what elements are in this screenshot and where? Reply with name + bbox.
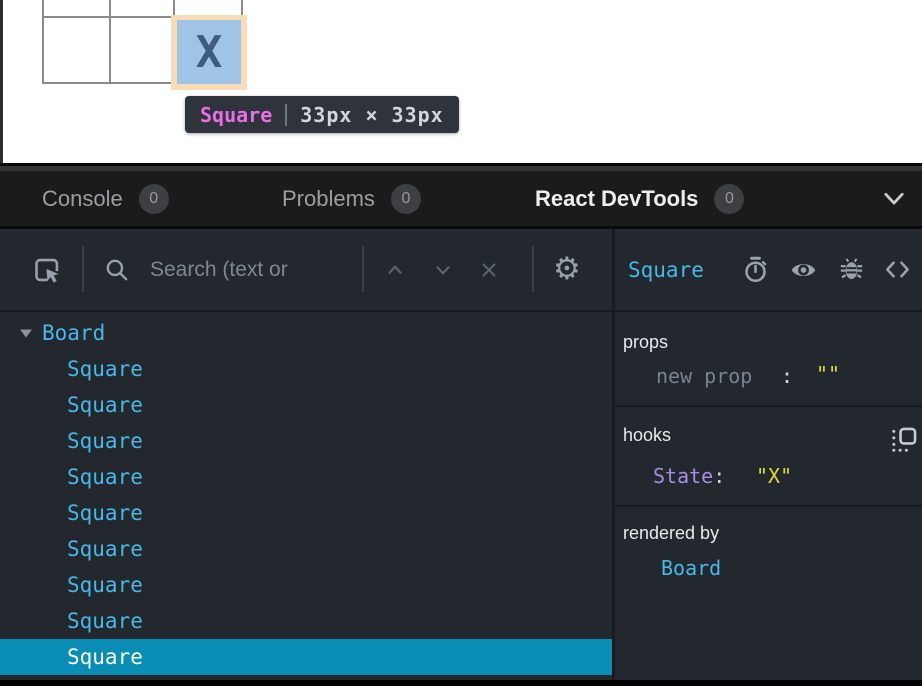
- toolbar-divider: [362, 246, 364, 292]
- tree-row-label: Square: [67, 357, 143, 381]
- hook-colon: :: [713, 464, 725, 488]
- devtools-tab-bar: Console 0 Problems 0 React DevTools 0: [0, 171, 922, 226]
- tab-react-devtools[interactable]: React DevTools 0: [535, 171, 744, 226]
- log-to-console-bug-icon[interactable]: [838, 256, 865, 283]
- prop-colon: :: [781, 364, 793, 388]
- tree-row-square[interactable]: Square: [0, 423, 612, 459]
- search-input[interactable]: [148, 251, 357, 289]
- tree-row-label: Square: [67, 501, 143, 525]
- rendered-by-owner-link[interactable]: Board: [661, 556, 721, 580]
- toolbar-divider: [82, 246, 84, 292]
- tab-badge: 0: [139, 184, 169, 214]
- tree-row-square[interactable]: Square: [0, 603, 612, 639]
- section-divider: [615, 405, 922, 407]
- tooltip-component-name: Square: [200, 103, 272, 127]
- tab-label: Problems: [282, 186, 375, 212]
- tree-row-square-selected[interactable]: Square: [0, 639, 612, 675]
- new-prop-key[interactable]: new prop: [656, 364, 752, 388]
- tree-row-square[interactable]: Square: [0, 495, 612, 531]
- hook-state-value[interactable]: "X": [756, 464, 792, 488]
- app-window: X Square 33px × 33px Console 0 Problems …: [0, 0, 922, 686]
- tree-row-board[interactable]: Board: [0, 315, 612, 351]
- inspected-element-panel: props new prop : "" hooks State: "X" ren…: [615, 312, 922, 680]
- rendered-by-section-title: rendered by: [623, 523, 719, 544]
- section-divider: [615, 505, 922, 507]
- tree-row-square[interactable]: Square: [0, 387, 612, 423]
- window-bottom-edge: [0, 680, 922, 686]
- inspect-tooltip: Square 33px × 33px: [185, 96, 459, 133]
- view-source-code-icon[interactable]: [884, 256, 911, 283]
- clear-search-icon[interactable]: [478, 259, 500, 281]
- tree-row-label: Square: [67, 645, 143, 669]
- hook-state-key[interactable]: State:: [653, 464, 725, 488]
- new-prop-value[interactable]: "": [816, 362, 840, 386]
- previous-result-icon[interactable]: [384, 259, 406, 281]
- tree-row-label: Square: [67, 609, 143, 633]
- inspect-element-icon[interactable]: [33, 256, 61, 284]
- tree-row-label: Square: [67, 465, 143, 489]
- tab-label: React DevTools: [535, 186, 698, 212]
- hook-name: State: [653, 464, 713, 488]
- tab-problems[interactable]: Problems 0: [282, 171, 421, 226]
- tree-row-square[interactable]: Square: [0, 531, 612, 567]
- search-icon: [104, 257, 129, 282]
- suspend-timer-icon[interactable]: [742, 256, 769, 283]
- tab-badge: 0: [714, 184, 744, 214]
- tree-row-label: Square: [67, 537, 143, 561]
- tab-console[interactable]: Console 0: [42, 171, 169, 226]
- settings-gear-icon[interactable]: ⚙: [553, 252, 581, 286]
- chevron-down-icon[interactable]: [880, 185, 908, 213]
- toolbar-divider: [532, 246, 534, 292]
- tree-row-square[interactable]: Square: [0, 351, 612, 387]
- next-result-icon[interactable]: [432, 259, 454, 281]
- tab-badge: 0: [391, 184, 421, 214]
- tab-label: Console: [42, 186, 123, 212]
- tooltip-dimensions: 33px × 33px: [300, 103, 443, 127]
- page-left-edge: [0, 0, 3, 163]
- react-devtools-panel: ⚙ Square: [0, 229, 922, 680]
- props-section-title: props: [623, 332, 668, 353]
- tree-row-square[interactable]: Square: [0, 567, 612, 603]
- board-grid-line: [109, 0, 111, 84]
- tooltip-separator: [285, 104, 287, 126]
- component-tree: Board Square Square Square Square Square…: [0, 312, 612, 680]
- parse-hook-names-icon[interactable]: [891, 427, 917, 453]
- tree-row-label: Square: [67, 393, 143, 417]
- tree-row-square[interactable]: Square: [0, 459, 612, 495]
- page-preview: X Square 33px × 33px: [0, 0, 922, 163]
- tree-row-label: Square: [67, 573, 143, 597]
- highlighted-square-cell[interactable]: X: [177, 20, 241, 84]
- tree-row-label: Board: [42, 321, 105, 345]
- selected-component-title: Square: [628, 258, 704, 282]
- expander-triangle-icon[interactable]: [19, 327, 33, 339]
- board-grid-line: [42, 0, 44, 84]
- inspect-dom-eye-icon[interactable]: [790, 256, 817, 283]
- tree-row-label: Square: [67, 429, 143, 453]
- hooks-section-title: hooks: [623, 425, 671, 446]
